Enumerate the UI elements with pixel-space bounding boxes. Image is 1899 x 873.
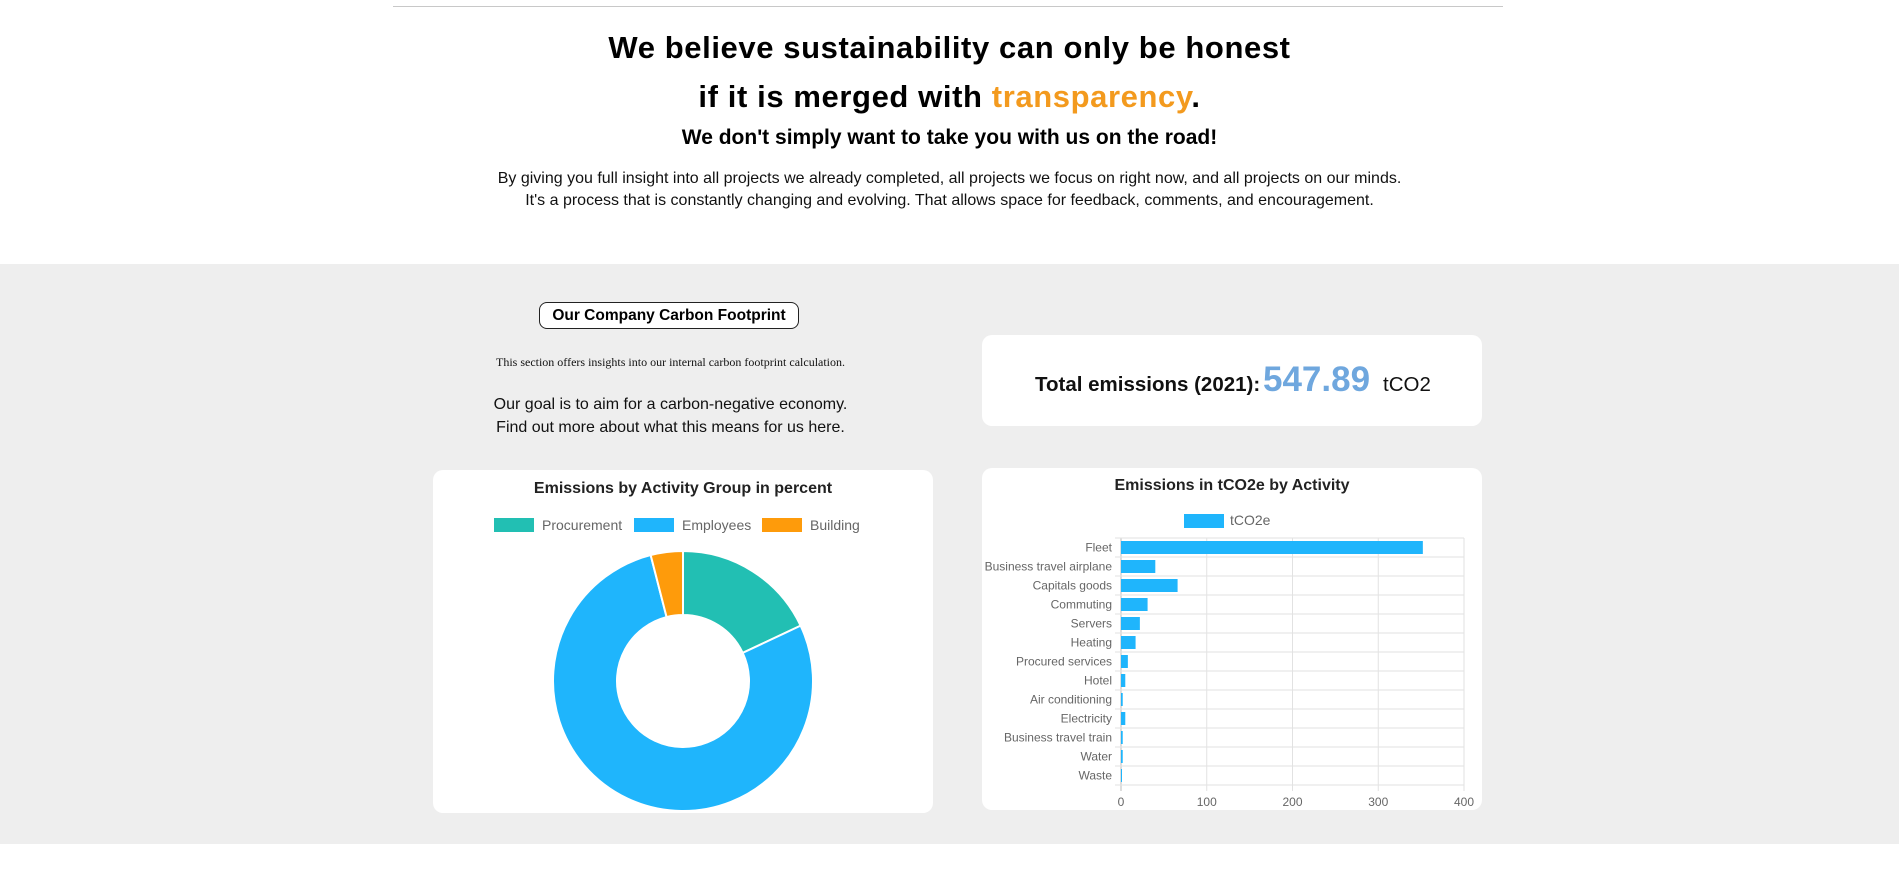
total-emissions-label: Total emissions (2021): [1035,373,1261,396]
y-tick-label: Business travel train [1004,731,1112,745]
bar-capitals-goods[interactable] [1121,579,1178,592]
bar-business-travel-train[interactable] [1121,731,1123,744]
subheadline: We don't simply want to take you with us… [681,126,1218,149]
bar-water[interactable] [1121,750,1123,763]
carbon-footprint-pill: Our Company Carbon Footprint [539,302,799,329]
goal-line-2: Find out more about what this means for … [496,419,845,436]
y-tick-label: Waste [1078,769,1112,783]
headline-line-1: We believe sustainability can only be ho… [608,30,1291,65]
goal-here-link[interactable]: here [808,419,840,436]
y-tick-label: Business travel airplane [985,560,1113,574]
bar-waste[interactable] [1121,769,1122,782]
y-tick-label: Water [1080,750,1112,764]
bar-hotel[interactable] [1121,674,1126,687]
intro-line-1: By giving you full insight into all proj… [497,170,1402,187]
bar-title: Emissions in tCO2e by Activity [1114,477,1349,494]
footprint-note: This section offers insights into our in… [495,355,846,369]
total-emissions-unit: tCO2 [1383,373,1431,396]
goal-line-1: Our goal is to aim for a carbon-negative… [493,396,848,413]
bar-procured-services[interactable] [1121,655,1128,668]
y-tick-label: Electricity [1061,712,1112,726]
legend-swatch-building[interactable] [762,518,802,532]
y-tick-label: Commuting [1051,598,1112,612]
total-emissions-card: Total emissions (2021): 547.89 tCO2 [982,335,1482,426]
y-tick-label: Servers [1071,617,1112,631]
bar-business-travel-airplane[interactable] [1121,560,1156,573]
top-divider [393,6,1503,7]
intro-line-2: It's a process that is constantly changi… [525,192,1374,209]
y-tick-label: Hotel [1084,674,1112,688]
legend-swatch-tco2e[interactable] [1184,514,1224,528]
bar-heating[interactable] [1121,636,1136,649]
legend-swatch-procurement[interactable] [494,518,534,532]
y-tick-label: Fleet [1085,541,1112,555]
bar-commuting[interactable] [1121,598,1148,611]
y-tick-label: Heating [1071,636,1112,650]
y-tick-label: Capitals goods [1033,579,1112,593]
legend-label-employees[interactable]: Employees [682,517,751,533]
x-tick-label: 200 [1282,795,1302,809]
bar-servers[interactable] [1121,617,1140,630]
footprint-section [0,264,1899,844]
bar-air-conditioning[interactable] [1121,693,1123,706]
legend-label-building[interactable]: Building [810,517,860,533]
legend-label-tco2e[interactable]: tCO2e [1230,512,1271,528]
x-tick-label: 0 [1118,795,1125,809]
headline-accent-word: transparency [991,79,1192,114]
bar-electricity[interactable] [1121,712,1126,725]
legend-swatch-employees[interactable] [634,518,674,532]
doughnut-card: Emissions by Activity Group in percent P… [433,470,933,813]
headline-line-2: if it is merged with transparency. [698,79,1201,114]
x-tick-label: 300 [1368,795,1388,809]
doughnut-chart: Emissions by Activity Group in percent P… [494,480,860,812]
bar-fleet[interactable] [1121,541,1423,554]
legend-label-procurement[interactable]: Procurement [542,517,622,533]
y-tick-label: Procured services [1016,655,1112,669]
y-tick-label: Air conditioning [1030,693,1112,707]
doughnut-title: Emissions by Activity Group in percent [534,480,833,497]
total-emissions-value: 547.89 [1263,360,1371,399]
x-tick-label: 400 [1454,795,1474,809]
x-tick-label: 100 [1197,795,1217,809]
bar-chart: Emissions in tCO2e by Activity tCO2e 0 10… [985,477,1475,809]
bar-card: Emissions in tCO2e by Activity tCO2e 0 10… [982,468,1482,810]
